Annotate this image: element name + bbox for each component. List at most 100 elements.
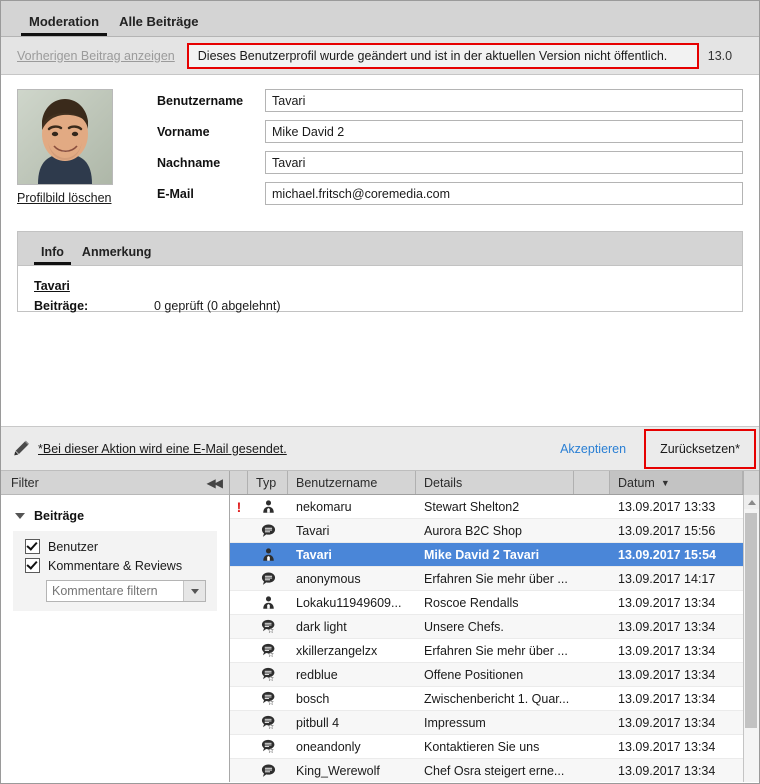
review-icon [261,691,276,706]
row-username-cell: redblue [288,668,416,682]
avatar [17,89,113,185]
table-row[interactable]: !nekomaruStewart Shelton213.09.2017 13:3… [230,495,743,519]
comment-filter-dropdown-button[interactable] [183,581,205,601]
row-type-cell [248,571,288,586]
info-card-title[interactable]: Tavari [34,279,70,293]
row-details-cell: Aurora B2C Shop [416,524,574,538]
chevron-down-icon[interactable] [15,513,25,519]
avatar-column: Profilbild löschen [17,89,129,205]
filter-option-kommentare[interactable]: Kommentare & Reviews [13,556,217,575]
table-row[interactable]: xkillerzangelzxErfahren Sie mehr über ..… [230,639,743,663]
table-header-row: Typ Benutzername Details Datum ▼ [230,471,743,495]
tab-anmerkung[interactable]: Anmerkung [73,245,160,265]
table-row[interactable]: dark lightUnsere Chefs.13.09.2017 13:34 [230,615,743,639]
status-banner: Dieses Benutzerprofil wurde geändert und… [187,43,699,69]
table-row[interactable]: oneandonlyKontaktieren Sie uns13.09.2017… [230,735,743,759]
field-vorname: Vorname [157,120,743,143]
field-nachname-label: Nachname [157,156,265,170]
vorname-input[interactable] [265,120,743,143]
accept-button[interactable]: Akzeptieren [560,442,626,456]
comment-icon [261,571,276,586]
table-row[interactable]: pitbull 4Impressum13.09.2017 13:34 [230,711,743,735]
row-date-cell: 13.09.2017 13:34 [610,692,743,706]
comment-filter-input[interactable] [47,581,183,601]
row-username-cell: Tavari [288,548,416,562]
checkbox-kommentare-reviews[interactable] [25,558,40,573]
field-vorname-label: Vorname [157,125,265,139]
table-header-datum-label: Datum [618,476,655,490]
table-row[interactable]: anonymousErfahren Sie mehr über ...13.09… [230,567,743,591]
review-icon [261,619,276,634]
table-header-alert[interactable] [230,471,248,494]
chevron-down-icon [191,589,199,594]
row-date-cell: 13.09.2017 13:33 [610,500,743,514]
row-details-cell: Chef Osra steigert erne... [416,764,574,778]
row-username-cell: nekomaru [288,500,416,514]
scrollbar-track[interactable] [744,509,759,782]
table-header-datum[interactable]: Datum ▼ [610,471,743,494]
banner-wrapper: Dieses Benutzerprofil wurde geändert und… [187,43,753,69]
row-type-cell [248,715,288,730]
table-row[interactable]: boschZwischenbericht 1. Quar... 13.09.201… [230,687,743,711]
moderation-window: Moderation Alle Beiträge Vorherigen Beit… [0,0,760,784]
comment-icon [261,763,276,778]
delete-profile-image-link[interactable]: Profilbild löschen [17,191,112,205]
scroll-up-button[interactable] [744,495,759,509]
previous-post-link[interactable]: Vorherigen Beitrag anzeigen [17,49,175,63]
row-username-cell: bosch [288,692,416,706]
row-details-cell: Erfahren Sie mehr über ... [416,572,574,586]
checkbox-benutzer[interactable] [25,539,40,554]
field-benutzername: Benutzername [157,89,743,112]
table-vertical-scrollbar[interactable] [743,495,759,782]
row-type-cell [248,667,288,682]
tab-alle-beitraege[interactable]: Alle Beiträge [109,14,208,36]
email-note-link[interactable]: *Bei dieser Aktion wird eine E-Mail gese… [38,442,287,456]
collapse-panel-icon[interactable]: ◀◀ [207,476,221,490]
row-type-cell [248,499,288,514]
table-header-spacer[interactable] [574,471,610,494]
benutzername-input[interactable] [265,89,743,112]
row-type-cell [248,547,288,562]
filter-panel: Filter ◀◀ Beiträge Benutzer Kommentare &… [1,471,230,782]
comment-filter-combo[interactable] [46,580,206,602]
row-type-cell [248,595,288,610]
scrollbar-thumb[interactable] [745,513,757,728]
info-card-stat-label: Beiträge: [34,299,154,313]
table-header-benutzername-label: Benutzername [296,476,377,490]
field-benutzername-label: Benutzername [157,94,265,108]
nachname-input[interactable] [265,151,743,174]
row-alert-indicator: ! [230,499,248,515]
profile-row: Profilbild löschen Benutzername Vorname … [1,75,759,205]
info-card-body: Tavari Beiträge: 0 geprüft (0 abgelehnt) [18,266,742,311]
row-type-cell [248,643,288,658]
row-type-cell [248,691,288,706]
row-details-cell: Roscoe Rendalls [416,596,574,610]
tab-info[interactable]: Info [32,245,73,265]
row-details-cell: Kontaktieren Sie uns [416,740,574,754]
row-details-cell: Erfahren Sie mehr über ... [416,644,574,658]
table-row[interactable]: Lokaku11949609...Roscoe Rendalls13.09.20… [230,591,743,615]
row-type-cell [248,763,288,778]
table-header-benutzername[interactable]: Benutzername [288,471,416,494]
row-date-cell: 13.09.2017 13:34 [610,740,743,754]
table-header-typ[interactable]: Typ [248,471,288,494]
user-icon [261,547,276,562]
review-icon [261,667,276,682]
reset-button[interactable]: Zurücksetzen* [660,442,740,456]
tab-alle-beitraege-label: Alle Beiträge [119,14,198,29]
table-header-scroll-pad [743,471,759,495]
checkbox-kommentare-reviews-label: Kommentare & Reviews [48,559,182,573]
filter-option-benutzer[interactable]: Benutzer [13,537,217,556]
filter-header: Filter ◀◀ [1,471,229,495]
review-icon [261,715,276,730]
table-row[interactable]: TavariMike David 2 Tavari13.09.2017 15:5… [230,543,743,567]
row-details-cell: Zwischenbericht 1. Quar... [416,692,574,706]
tab-moderation[interactable]: Moderation [19,14,109,36]
filter-group-beitraege[interactable]: Beiträge [1,509,229,523]
table-row[interactable]: King_WerewolfChef Osra steigert erne...1… [230,759,743,782]
table-row[interactable]: redblueOffene Positionen13.09.2017 13:34 [230,663,743,687]
table-header-details[interactable]: Details [416,471,574,494]
table-row[interactable]: TavariAurora B2C Shop13.09.2017 15:56 [230,519,743,543]
email-input[interactable] [265,182,743,205]
info-card-tabbar: Info Anmerkung [18,232,742,266]
